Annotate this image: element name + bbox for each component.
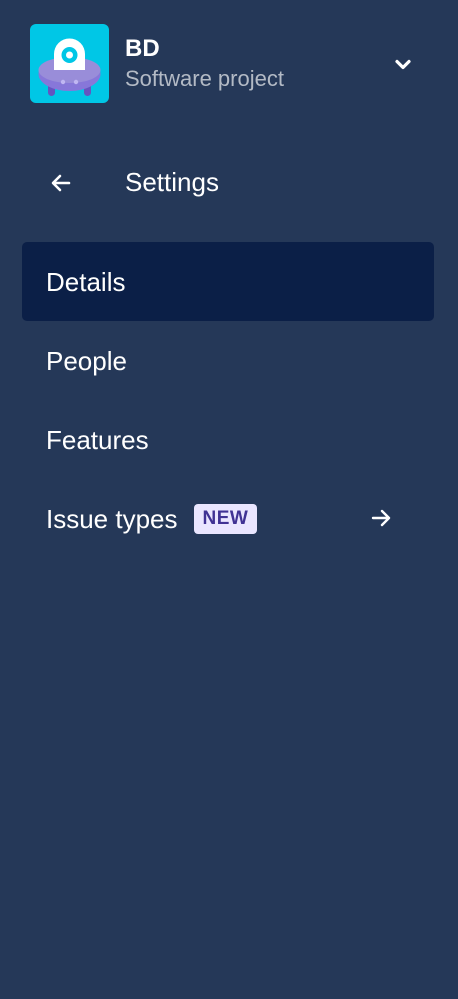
project-type: Software project: [125, 66, 284, 91]
project-name: BD: [125, 35, 160, 62]
nav-item-label: Issue types: [46, 503, 178, 534]
settings-header: Settings: [22, 152, 434, 212]
back-button[interactable]: [44, 166, 78, 200]
nav-item-label: Details: [46, 266, 126, 297]
project-header[interactable]: BD Software project: [30, 24, 430, 104]
nav-item-label: People: [46, 345, 127, 376]
settings-nav: Details People Features Issue types NEW: [22, 242, 434, 558]
ufo-robot-icon: [38, 38, 101, 96]
nav-item-people[interactable]: People: [22, 321, 434, 400]
settings-title: Settings: [125, 167, 219, 197]
new-badge: NEW: [193, 503, 258, 534]
issue-types-link-icon-wrapper: [366, 503, 396, 533]
nav-item-details[interactable]: Details: [22, 242, 434, 321]
chevron-down-icon: [395, 59, 411, 70]
nav-item-issue-types[interactable]: Issue types NEW: [22, 479, 434, 558]
project-sidebar: BD Software project Settings Details Peo…: [0, 0, 458, 999]
arrow-right-icon: [371, 509, 391, 527]
nav-item-label: Features: [46, 424, 149, 455]
nav-item-features[interactable]: Features: [22, 400, 434, 479]
arrow-left-icon: [51, 174, 71, 192]
project-avatar: [30, 24, 109, 103]
project-switcher-button[interactable]: [388, 50, 418, 80]
